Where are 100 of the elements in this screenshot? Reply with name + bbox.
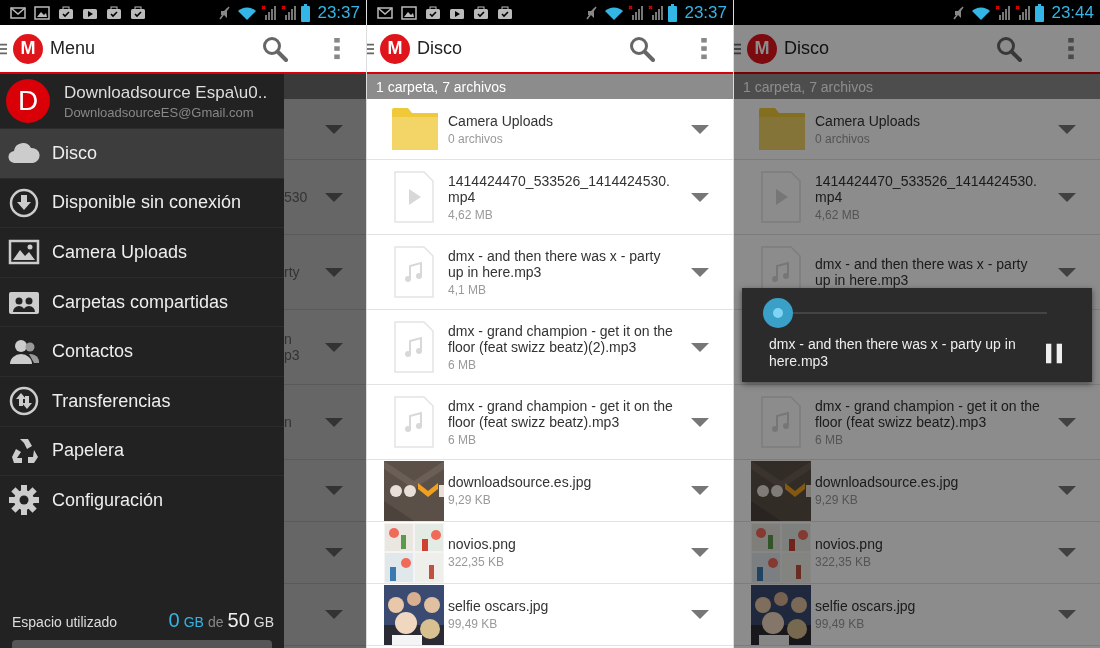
pause-icon[interactable]: [1046, 342, 1062, 364]
app-logo[interactable]: M: [380, 33, 410, 64]
dropdown-arrow-icon[interactable]: [1058, 548, 1076, 557]
dropdown-arrow-icon[interactable]: [325, 610, 343, 619]
signal-icon: [261, 4, 278, 21]
download-icon: [8, 186, 40, 219]
dropdown-arrow-icon[interactable]: [325, 548, 343, 557]
file-name: dmx - grand champion - get it on the floor (feat swizz beatz).mp3: [448, 397, 674, 430]
image-icon: [34, 4, 50, 21]
file-row[interactable]: 1414424470_533526_1414424530.mp4 4,62 MB: [367, 160, 733, 235]
screen-title: Menu: [50, 38, 96, 59]
dropdown-arrow-icon[interactable]: [691, 192, 709, 202]
file-size: 0 archivos: [448, 131, 504, 146]
check-icon: [425, 4, 441, 21]
more-options-icon[interactable]: [1068, 37, 1074, 60]
dropdown-arrow-icon[interactable]: [691, 342, 709, 352]
dropdown-arrow-icon[interactable]: [325, 267, 343, 277]
dropdown-arrow-icon[interactable]: [691, 610, 709, 619]
used-amount: 0: [168, 609, 180, 632]
menu-icon[interactable]: [734, 41, 741, 56]
drawer-item[interactable]: Transferencias: [0, 375, 284, 426]
file-row[interactable]: novios.png 322,35 KB: [734, 522, 1100, 584]
dropdown-arrow-icon[interactable]: [1058, 610, 1076, 619]
file-name: selfie oscars.jpg: [448, 598, 550, 614]
file-size: 99,49 KB: [815, 617, 866, 631]
wifi-icon: [971, 4, 992, 21]
dropdown-arrow-icon[interactable]: [325, 124, 343, 134]
file-row[interactable]: downloadsource.es.jpg 9,29 KB: [367, 460, 733, 522]
drawer-item[interactable]: Disponible sin conexión: [0, 177, 284, 228]
clock-time: 23:37: [684, 2, 727, 23]
search-icon[interactable]: [996, 35, 1022, 62]
file-row[interactable]: dmx - and then there was x - party up in here.mp3 4,1 MB: [367, 235, 733, 310]
battery-icon: [1035, 3, 1045, 22]
drawer-item[interactable]: Configuración: [0, 475, 284, 525]
signal-icon: [1015, 4, 1032, 21]
signal-icon: [281, 4, 298, 21]
file-name: dmx - grand champion - get it on the floor (feat swizz beatz).mp3: [815, 397, 1041, 430]
video-file-icon: [394, 171, 434, 223]
check-icon: [106, 4, 122, 21]
file-name: 1414424470_533526_1414424530.mp4: [448, 172, 671, 205]
file-row[interactable]: selfie oscars.jpg 99,49 KB: [367, 584, 733, 646]
dropdown-arrow-icon[interactable]: [325, 342, 343, 352]
file-size: 99,49 KB: [448, 617, 499, 631]
dropdown-arrow-icon[interactable]: [691, 417, 709, 427]
file-row[interactable]: dmx - grand champion - get it on the floor (feat swizz beatz).mp3 6 MB: [367, 385, 733, 460]
file-row[interactable]: Camera Uploads 0 archivos: [367, 99, 733, 160]
menu-icon[interactable]: [0, 41, 7, 56]
check-icon: [58, 4, 74, 21]
file-size: 6 MB: [448, 357, 477, 372]
dropdown-arrow-icon[interactable]: [691, 124, 709, 134]
dropdown-arrow-icon[interactable]: [1058, 124, 1076, 134]
search-icon[interactable]: [262, 35, 288, 62]
file-name: dmx - and then there was x - party up in here.mp3: [448, 247, 662, 280]
file-name: Camera Uploads: [815, 112, 922, 129]
audio-file-icon: [394, 246, 434, 298]
file-row[interactable]: downloadsource.es.jpg 9,29 KB: [734, 460, 1100, 522]
file-name: dmx - and then there was x - party up in here.mp3: [815, 256, 1029, 288]
more-options-icon[interactable]: [334, 37, 340, 60]
account-email: DownloadsourceES@Gmail.com: [64, 104, 255, 120]
clock-time: 23:37: [317, 2, 360, 23]
file-row[interactable]: novios.png 322,35 KB: [367, 522, 733, 584]
drawer-item[interactable]: Camera Uploads: [0, 227, 284, 277]
search-icon[interactable]: [629, 35, 655, 62]
account-avatar[interactable]: D: [6, 79, 50, 123]
file-row[interactable]: dmx - grand champion - get it on the floor (feat swizz beatz)(2).mp3 6 MB: [367, 310, 733, 385]
file-name: Camera Uploads: [448, 112, 555, 129]
dropdown-arrow-icon[interactable]: [691, 548, 709, 557]
check-icon: [130, 4, 146, 21]
folder-icon: [392, 108, 438, 150]
dropdown-arrow-icon[interactable]: [1058, 192, 1076, 202]
wifi-icon: [237, 4, 258, 21]
more-options-icon[interactable]: [701, 37, 707, 60]
file-size: 9,29 KB: [448, 493, 492, 507]
file-name: downloadsource.es.jpg: [448, 474, 593, 490]
screen-title: Disco: [784, 38, 829, 59]
file-size: 9,29 KB: [815, 493, 859, 507]
arrows-icon: [8, 385, 40, 418]
drawer-item[interactable]: Contactos: [0, 326, 284, 376]
dropdown-arrow-icon[interactable]: [1058, 267, 1076, 277]
drawer-item[interactable]: Disco: [0, 128, 284, 178]
dropdown-arrow-icon[interactable]: [691, 486, 709, 495]
dropdown-arrow-icon[interactable]: [325, 417, 343, 427]
folder-summary-bar: 1 carpeta, 7 archivos: [734, 74, 1100, 99]
dropdown-arrow-icon[interactable]: [325, 192, 343, 202]
file-row[interactable]: dmx - grand champion - get it on the floor (feat swizz beatz).mp3 6 MB: [734, 385, 1100, 460]
signal-icon: [628, 4, 645, 21]
dropdown-arrow-icon[interactable]: [325, 486, 343, 495]
dropdown-arrow-icon[interactable]: [1058, 486, 1076, 495]
file-size: 6 MB: [448, 432, 477, 447]
gear-icon: [8, 484, 40, 517]
clock-time: 23:44: [1051, 2, 1094, 23]
battery-icon: [301, 3, 311, 22]
drawer-item[interactable]: Papelera: [0, 425, 284, 476]
menu-icon[interactable]: [367, 41, 374, 56]
file-row[interactable]: 1414424470_533526_1414424530.mp4 4,62 MB: [734, 160, 1100, 235]
app-logo[interactable]: M: [13, 33, 43, 64]
dropdown-arrow-icon[interactable]: [1058, 417, 1076, 427]
drawer-item[interactable]: Carpetas compartidas: [0, 276, 284, 327]
seek-handle[interactable]: [763, 298, 794, 328]
dropdown-arrow-icon[interactable]: [691, 267, 709, 277]
